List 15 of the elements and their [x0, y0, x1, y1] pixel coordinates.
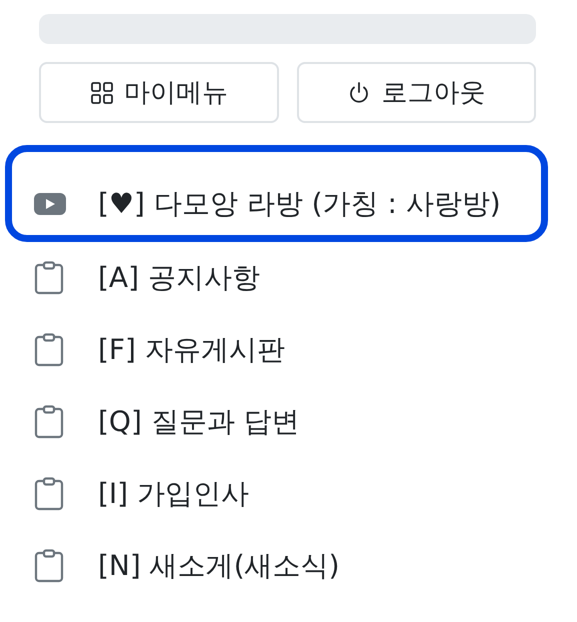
menu-item[interactable]: [F] 자유게시판	[0, 314, 577, 386]
menu-item[interactable]: [Q] 질문과 답변	[0, 386, 577, 458]
grid-icon	[90, 80, 114, 104]
menu-item[interactable]: [I] 가입인사	[0, 458, 577, 530]
clipboard-icon	[34, 405, 64, 439]
clipboard-icon	[34, 549, 64, 583]
my-menu-button[interactable]: 마이메뉴	[39, 62, 278, 123]
clipboard-icon	[34, 333, 64, 367]
video-play-icon	[34, 192, 66, 214]
menu-item[interactable]: [♥] 다모앙 라방 (가칭 : 사랑방)	[12, 172, 541, 235]
menu-item[interactable]: [A] 공지사항	[0, 242, 577, 314]
clipboard-icon	[34, 477, 64, 511]
menu-item[interactable]: [N] 새소게(새소식)	[0, 530, 577, 602]
clipboard-icon	[34, 261, 64, 295]
logout-button[interactable]: 로그아웃	[296, 62, 536, 123]
